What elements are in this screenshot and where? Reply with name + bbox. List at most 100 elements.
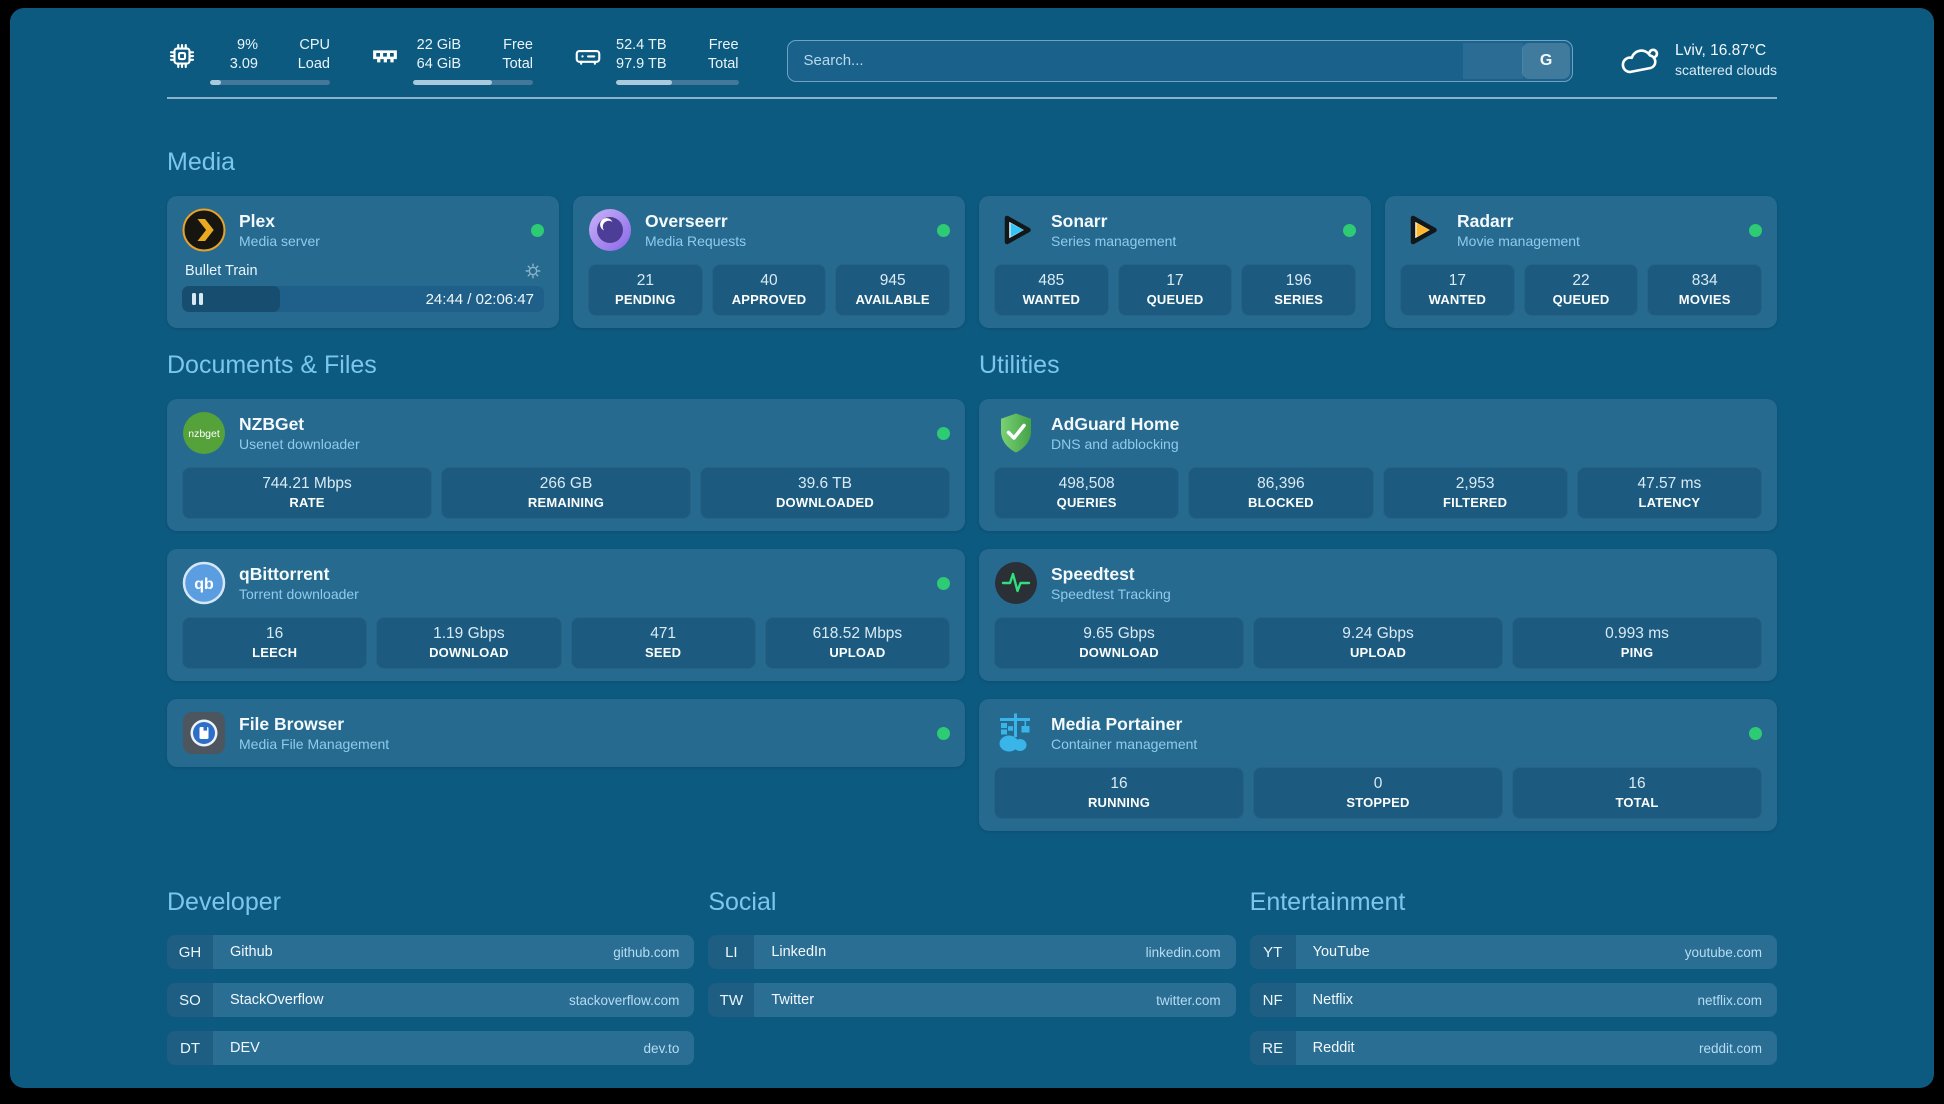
overseerr-card[interactable]: Overseerr Media Requests 21 PENDING 40 A… xyxy=(573,196,965,328)
stat-box: 266 GB REMAINING xyxy=(441,467,691,519)
nzbget-icon-text: nzbget xyxy=(188,428,220,440)
card-subtitle: Usenet downloader xyxy=(239,435,360,454)
card-title: qBittorrent xyxy=(239,563,359,585)
overseerr-icon xyxy=(588,208,632,252)
status-dot xyxy=(937,427,950,440)
search-provider-button[interactable]: G xyxy=(1522,43,1570,79)
bookmark-abbr: GH xyxy=(167,935,213,969)
adguard-icon xyxy=(994,411,1038,455)
nzbget-icon: nzbget xyxy=(182,411,226,455)
stat-box: 498,508 QUERIES xyxy=(994,467,1179,519)
portainer-card[interactable]: Media Portainer Container management 16 … xyxy=(979,699,1777,831)
stat-box: 16 TOTAL xyxy=(1512,767,1762,819)
status-dot xyxy=(1749,224,1762,237)
stat-box: 9.24 Gbps UPLOAD xyxy=(1253,617,1503,669)
bookmark-abbr: RE xyxy=(1250,1031,1296,1065)
portainer-icon xyxy=(994,711,1038,755)
bookmark-abbr: YT xyxy=(1250,935,1296,969)
card-subtitle: Speedtest Tracking xyxy=(1051,585,1171,604)
status-dot xyxy=(937,224,950,237)
card-title: Media Portainer xyxy=(1051,713,1197,735)
bookmark-url: reddit.com xyxy=(1699,1041,1762,1056)
bookmark-twitter[interactable]: TW Twitter twitter.com xyxy=(708,983,1235,1017)
bookmark-github[interactable]: GH Github github.com xyxy=(167,935,694,969)
filebrowser-card[interactable]: File Browser Media File Management xyxy=(167,699,965,767)
speedtest-icon xyxy=(994,561,1038,605)
memory-progressbar xyxy=(413,80,533,85)
memory-widget: 22 GiB 64 GiB Free Total xyxy=(370,36,533,85)
screen: 9% 3.09 CPU Load xyxy=(0,0,1944,1104)
filebrowser-icon xyxy=(182,711,226,755)
memory-free: 22 GiB xyxy=(413,36,461,55)
stat-box: 17 QUEUED xyxy=(1118,264,1233,316)
search-hint-area xyxy=(1463,43,1523,79)
radarr-card[interactable]: Radarr Movie management 17 WANTED 22 QUE… xyxy=(1385,196,1777,328)
disk-free-label: Free xyxy=(691,36,739,55)
cpu-progressbar xyxy=(210,80,330,85)
section-heading-documents: Documents & Files xyxy=(167,350,965,381)
bookmark-linkedin[interactable]: LI LinkedIn linkedin.com xyxy=(708,935,1235,969)
cpu-widget: 9% 3.09 CPU Load xyxy=(167,36,330,85)
bookmark-stackoverflow[interactable]: SO StackOverflow stackoverflow.com xyxy=(167,983,694,1017)
sonarr-card[interactable]: Sonarr Series management 485 WANTED 17 Q… xyxy=(979,196,1371,328)
resource-widgets: 9% 3.09 CPU Load xyxy=(167,36,739,85)
stat-box: 16 RUNNING xyxy=(994,767,1244,819)
bookmark-name: Netflix xyxy=(1313,992,1353,1008)
search-bar: G xyxy=(787,40,1574,82)
status-dot xyxy=(531,224,544,237)
stat-box: 945 AVAILABLE xyxy=(835,264,950,316)
qbittorrent-icon-text: qb xyxy=(194,576,214,593)
card-title: Speedtest xyxy=(1051,563,1171,585)
bookmark-url: linkedin.com xyxy=(1146,945,1221,960)
memory-icon xyxy=(370,41,400,71)
bookmark-url: twitter.com xyxy=(1156,993,1221,1008)
pause-button[interactable] xyxy=(182,293,203,305)
card-title: File Browser xyxy=(239,713,389,735)
topbar-divider xyxy=(167,97,1777,99)
stat-box: 618.52 Mbps UPLOAD xyxy=(765,617,950,669)
bookmark-dev[interactable]: DT DEV dev.to xyxy=(167,1031,694,1065)
speedtest-card[interactable]: Speedtest Speedtest Tracking 9.65 Gbps D… xyxy=(979,549,1777,681)
gear-icon[interactable] xyxy=(525,263,541,279)
cpu-load-value: 3.09 xyxy=(210,55,258,74)
player-time: 24:44 / 02:06:47 xyxy=(426,291,544,308)
stat-box: 9.65 Gbps DOWNLOAD xyxy=(994,617,1244,669)
card-subtitle: DNS and adblocking xyxy=(1051,435,1179,454)
stat-box: 22 QUEUED xyxy=(1524,264,1639,316)
disk-widget: 52.4 TB 97.9 TB Free Total xyxy=(573,36,739,85)
cpu-load-label: Load xyxy=(282,55,330,74)
nzbget-card[interactable]: nzbget NZBGet Usenet downloader 744.21 M… xyxy=(167,399,965,531)
adguard-card[interactable]: AdGuard Home DNS and adblocking 498,508 … xyxy=(979,399,1777,531)
card-title: Sonarr xyxy=(1051,210,1176,232)
card-subtitle: Media server xyxy=(239,232,320,251)
stat-box: 17 WANTED xyxy=(1400,264,1515,316)
plex-card[interactable]: Plex Media server Bullet Train 24:44 / 0… xyxy=(167,196,559,328)
card-title: Plex xyxy=(239,210,320,232)
media-grid: Plex Media server Bullet Train 24:44 / 0… xyxy=(167,196,1777,328)
bookmark-name: DEV xyxy=(230,1040,260,1056)
card-subtitle: Movie management xyxy=(1457,232,1580,251)
bookmark-netflix[interactable]: NF Netflix netflix.com xyxy=(1250,983,1777,1017)
weather-widget: Lviv, 16.87°C scattered clouds xyxy=(1619,41,1777,80)
stat-box: 2,953 FILTERED xyxy=(1383,467,1568,519)
disk-free: 52.4 TB xyxy=(616,36,667,55)
search-input[interactable] xyxy=(788,41,1573,81)
bookmark-name: StackOverflow xyxy=(230,992,323,1008)
card-subtitle: Media Requests xyxy=(645,232,746,251)
disk-icon xyxy=(573,41,603,71)
qbittorrent-card[interactable]: qb qBittorrent Torrent downloader 16 LEE… xyxy=(167,549,965,681)
cpu-icon xyxy=(167,41,197,71)
card-subtitle: Container management xyxy=(1051,735,1197,754)
bookmark-reddit[interactable]: RE Reddit reddit.com xyxy=(1250,1031,1777,1065)
bookmark-url: stackoverflow.com xyxy=(569,993,679,1008)
bookmark-url: dev.to xyxy=(644,1041,680,1056)
section-heading-utilities: Utilities xyxy=(979,350,1777,381)
bookmark-youtube[interactable]: YT YouTube youtube.com xyxy=(1250,935,1777,969)
stat-box: 47.57 ms LATENCY xyxy=(1577,467,1762,519)
dashboard: 9% 3.09 CPU Load xyxy=(10,8,1934,1088)
entertainment-column: Entertainment YT YouTube youtube.com NF … xyxy=(1250,887,1777,1079)
stat-box: 471 SEED xyxy=(571,617,756,669)
stat-box: 21 PENDING xyxy=(588,264,703,316)
bookmark-url: netflix.com xyxy=(1697,993,1762,1008)
memory-total-label: Total xyxy=(485,55,533,74)
